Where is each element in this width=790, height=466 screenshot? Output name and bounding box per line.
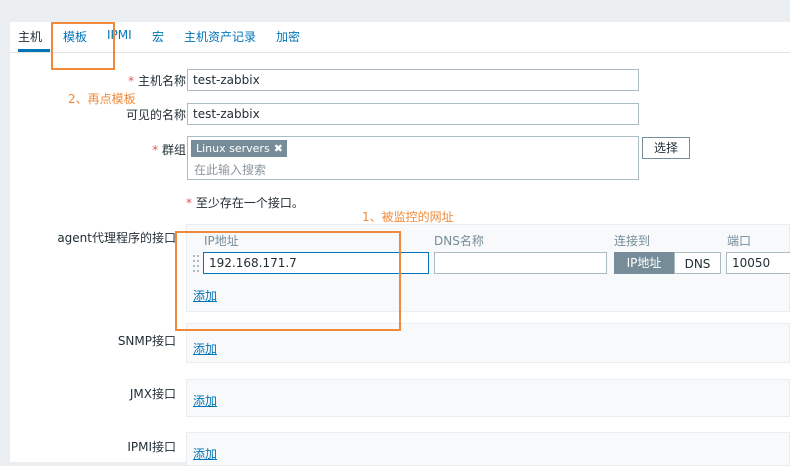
top-strip [0, 0, 790, 22]
connect-dns-option[interactable]: DNS [674, 252, 721, 274]
host-name-label: * 主机名称 [128, 74, 186, 88]
jmx-interface-label: JMX接口 [129, 387, 176, 401]
tab-host[interactable]: 主机 [18, 28, 42, 45]
agent-ip-highlight [175, 231, 401, 331]
connect-column-header: 连接到 [614, 234, 651, 248]
port-column-header: 端口 [727, 234, 752, 248]
dns-column-header: DNS名称 [434, 234, 484, 248]
visible-name-input[interactable] [187, 103, 639, 125]
ipmi-add-link[interactable]: 添加 [193, 445, 217, 462]
active-tab-indicator [18, 49, 50, 52]
tab-inventory[interactable]: 主机资产记录 [184, 28, 256, 45]
connect-ip-option[interactable]: IP地址 [614, 252, 674, 274]
annotation-step2: 2、再点模板 [68, 92, 136, 106]
ipmi-interface-label: IPMI接口 [127, 440, 176, 454]
snmp-interface-label: SNMP接口 [117, 334, 176, 348]
ipmi-interface-box: 添加 [186, 432, 790, 466]
tab-bar: 主机 模板 IPMI 宏 主机资产记录 加密 [10, 22, 790, 53]
connect-to-toggle: IP地址 DNS [614, 252, 721, 274]
snmp-add-link[interactable]: 添加 [193, 340, 217, 357]
group-tag: Linux servers ✖ [191, 140, 287, 157]
interface-notice: * 至少存在一个接口。 [186, 196, 304, 210]
groups-label: * 群组 [152, 143, 186, 157]
agent-dns-input[interactable] [434, 252, 607, 274]
host-name-input[interactable] [187, 69, 639, 91]
select-groups-button[interactable]: 选择 [642, 137, 690, 159]
groups-search-placeholder[interactable]: 在此输入搜索 [194, 161, 266, 178]
agent-interface-label: agent代理程序的接口 [57, 231, 176, 245]
jmx-add-link[interactable]: 添加 [193, 392, 217, 409]
jmx-interface-box: 添加 [186, 379, 790, 417]
agent-port-input[interactable] [726, 252, 790, 274]
tab-encryption[interactable]: 加密 [276, 28, 300, 45]
visible-name-label: 可见的名称 [125, 108, 186, 122]
tab-macros[interactable]: 宏 [152, 28, 164, 45]
remove-tag-icon[interactable]: ✖ [274, 142, 283, 155]
annotation-step1: 1、被监控的网址 [362, 210, 454, 224]
templates-tab-highlight [51, 22, 115, 70]
groups-multiselect[interactable]: Linux servers ✖ 在此输入搜索 [187, 136, 639, 180]
